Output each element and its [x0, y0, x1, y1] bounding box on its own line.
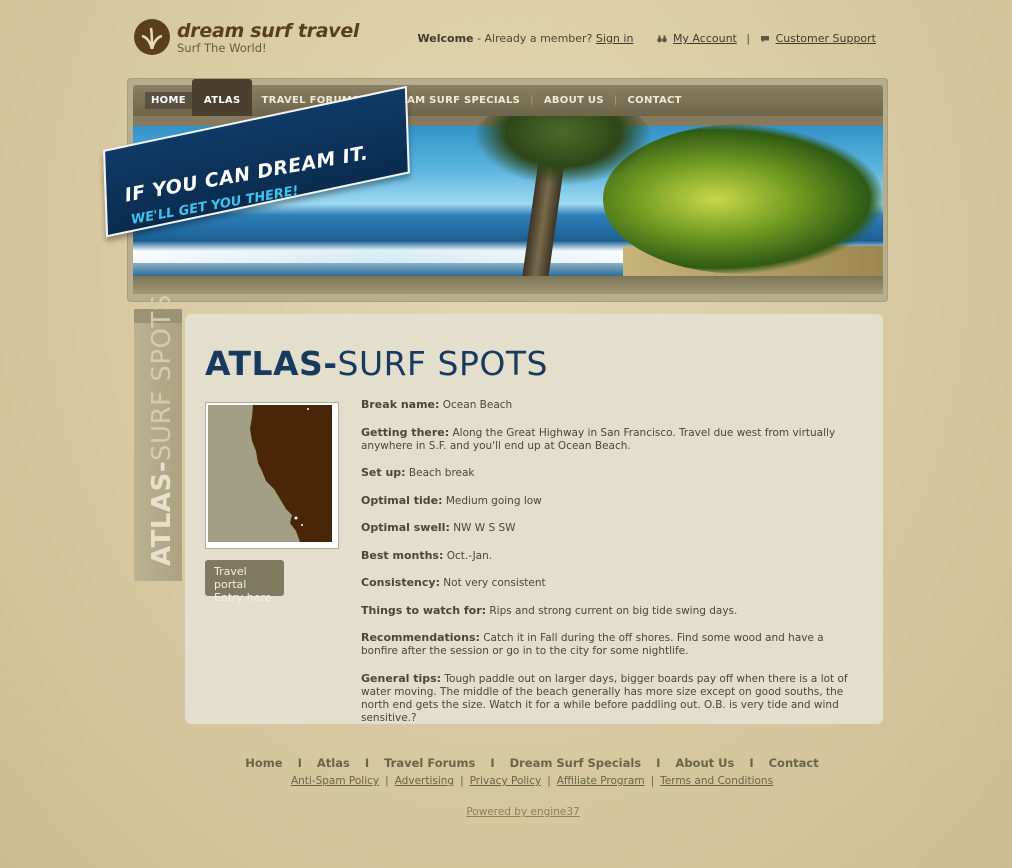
detail-label: Consistency:: [361, 576, 440, 589]
detail-best-months: Best months: Oct.-Jan.: [361, 549, 861, 563]
sign-in-link[interactable]: Sign in: [596, 32, 634, 45]
spot-map[interactable]: [205, 402, 339, 549]
footer-link-contact[interactable]: Contact: [769, 756, 819, 770]
portal-button-line-2: Entry here: [214, 591, 272, 604]
top-link-separator: |: [746, 32, 751, 45]
nav-item-atlas[interactable]: ATLAS: [191, 79, 253, 116]
powered-by-link[interactable]: Powered by engine37: [466, 806, 579, 818]
detail-set-up: Set up: Beach break: [361, 466, 861, 480]
portal-button-line-1: Travel portal: [214, 565, 247, 591]
nav-item-contact[interactable]: CONTACT: [619, 85, 691, 116]
site-logo[interactable]: dream surf travel Surf The World!: [134, 18, 394, 58]
customer-support-link[interactable]: Customer Support: [776, 32, 876, 45]
footer-separator: I: [656, 756, 661, 770]
california-coast-map: [250, 405, 332, 542]
footer-separator: I: [297, 756, 302, 770]
detail-recommendations: Recommendations: Catch it in Fall during…: [361, 631, 861, 658]
detail-label: Things to watch for:: [361, 603, 487, 617]
footer-separator: I: [364, 756, 370, 770]
detail-label: Recommendations:: [361, 631, 480, 644]
detail-value: Not very consistent: [439, 577, 546, 589]
nav-item-about-us[interactable]: ABOUT US: [535, 85, 613, 116]
my-account-link[interactable]: My Account: [673, 32, 737, 45]
speech-bubble-icon: [760, 36, 769, 43]
main-nav: HOME ATLAS TRAVEL FORUMS | DREAM SURF SP…: [133, 79, 883, 116]
detail-value: Medium going low: [442, 494, 542, 507]
nav-item-home[interactable]: HOME: [145, 92, 192, 109]
legal-separator: |: [650, 775, 655, 787]
legal-separator: |: [547, 775, 551, 787]
member-prompt: - Already a member?: [473, 32, 596, 45]
detail-optimal-tide: Optimal tide: Medium going low: [361, 494, 861, 508]
detail-break-name: Break name: Ocean Beach: [361, 398, 861, 412]
detail-general-tips: General tips: Tough paddle out on larger…: [361, 672, 861, 725]
side-label-bold: ATLAS-: [147, 460, 177, 566]
detail-label: Getting there:: [361, 425, 450, 439]
footer-link-atlas[interactable]: Atlas: [317, 756, 350, 770]
footer-nav: Home I Atlas I Travel Forums I Dream Surf Spec…: [0, 756, 1012, 770]
detail-label: General tips:: [361, 671, 442, 685]
detail-consistency: Consistency: Not very consistent: [361, 576, 861, 590]
footer-separator: I: [490, 756, 495, 770]
page-title-bold: ATLAS-: [205, 344, 338, 383]
powered-by: Powered by engine37: [0, 806, 1012, 818]
footer-link-home[interactable]: Home: [245, 756, 282, 770]
travel-portal-button[interactable]: Travel portal Entry here: [205, 560, 284, 604]
footer-link-anti-spam[interactable]: Anti-Spam Policy: [291, 775, 379, 787]
footer-link-privacy[interactable]: Privacy Policy: [470, 775, 542, 787]
brand-name: dream surf travel: [177, 20, 360, 42]
footer-legal-links: Anti-Spam Policy | Advertising | Privacy Pol…: [0, 775, 1012, 787]
side-tab-label: ATLAS-SURF SPOTS: [147, 294, 177, 566]
footer-link-advertising[interactable]: Advertising: [395, 775, 454, 787]
footer-separator: I: [749, 756, 754, 770]
detail-getting-there: Getting there: Along the Great Highway i…: [361, 426, 861, 453]
footer-link-travel-forums[interactable]: Travel Forums: [384, 756, 475, 770]
detail-value: Ocean Beach: [439, 399, 513, 411]
detail-value: Oct.-Jan.: [443, 549, 493, 562]
page-title-thin: SURF SPOTS: [337, 344, 548, 383]
detail-things-to-watch: Things to watch for: Rips and strong cur…: [361, 604, 861, 618]
page-title: ATLAS-SURF SPOTS: [205, 344, 548, 383]
detail-value: NW W S SW: [449, 522, 516, 534]
detail-optimal-swell: Optimal swell: NW W S SW: [361, 521, 861, 535]
detail-value: Rips and strong current on big tide swin…: [486, 604, 738, 617]
palm-logo-icon: [134, 19, 170, 55]
account-links: Welcome - Already a member? Sign in My A…: [418, 32, 876, 45]
legal-separator: |: [385, 775, 389, 787]
legal-separator: |: [460, 775, 464, 787]
detail-label: Best months:: [361, 548, 444, 562]
detail-label: Optimal swell:: [361, 521, 450, 534]
footer-link-terms[interactable]: Terms and Conditions: [660, 775, 773, 787]
banner-base: [133, 276, 883, 294]
detail-value: Beach break: [405, 467, 475, 479]
brand-tagline: Surf The World!: [177, 41, 267, 55]
footer-link-dream-surf-specials[interactable]: Dream Surf Specials: [510, 756, 642, 770]
slogan-plate: IF YOU CAN DREAM IT. WE'LL GET YOU THERE…: [103, 85, 413, 250]
detail-label: Set up:: [361, 466, 406, 479]
detail-label: Break name:: [361, 398, 440, 411]
binoculars-icon: [657, 35, 667, 43]
side-label-thin: SURF SPOTS: [147, 294, 177, 461]
map-image: [208, 405, 332, 542]
content-panel: ATLAS-SURF SPOTS Travel portal Entry her…: [185, 314, 883, 724]
spot-details: Break name: Ocean Beach Getting there: A…: [361, 398, 861, 738]
welcome-text: Welcome: [417, 32, 474, 45]
detail-label: Optimal tide:: [361, 493, 443, 507]
footer-link-affiliate[interactable]: Affiliate Program: [557, 775, 645, 787]
footer-link-about-us[interactable]: About Us: [675, 756, 734, 770]
